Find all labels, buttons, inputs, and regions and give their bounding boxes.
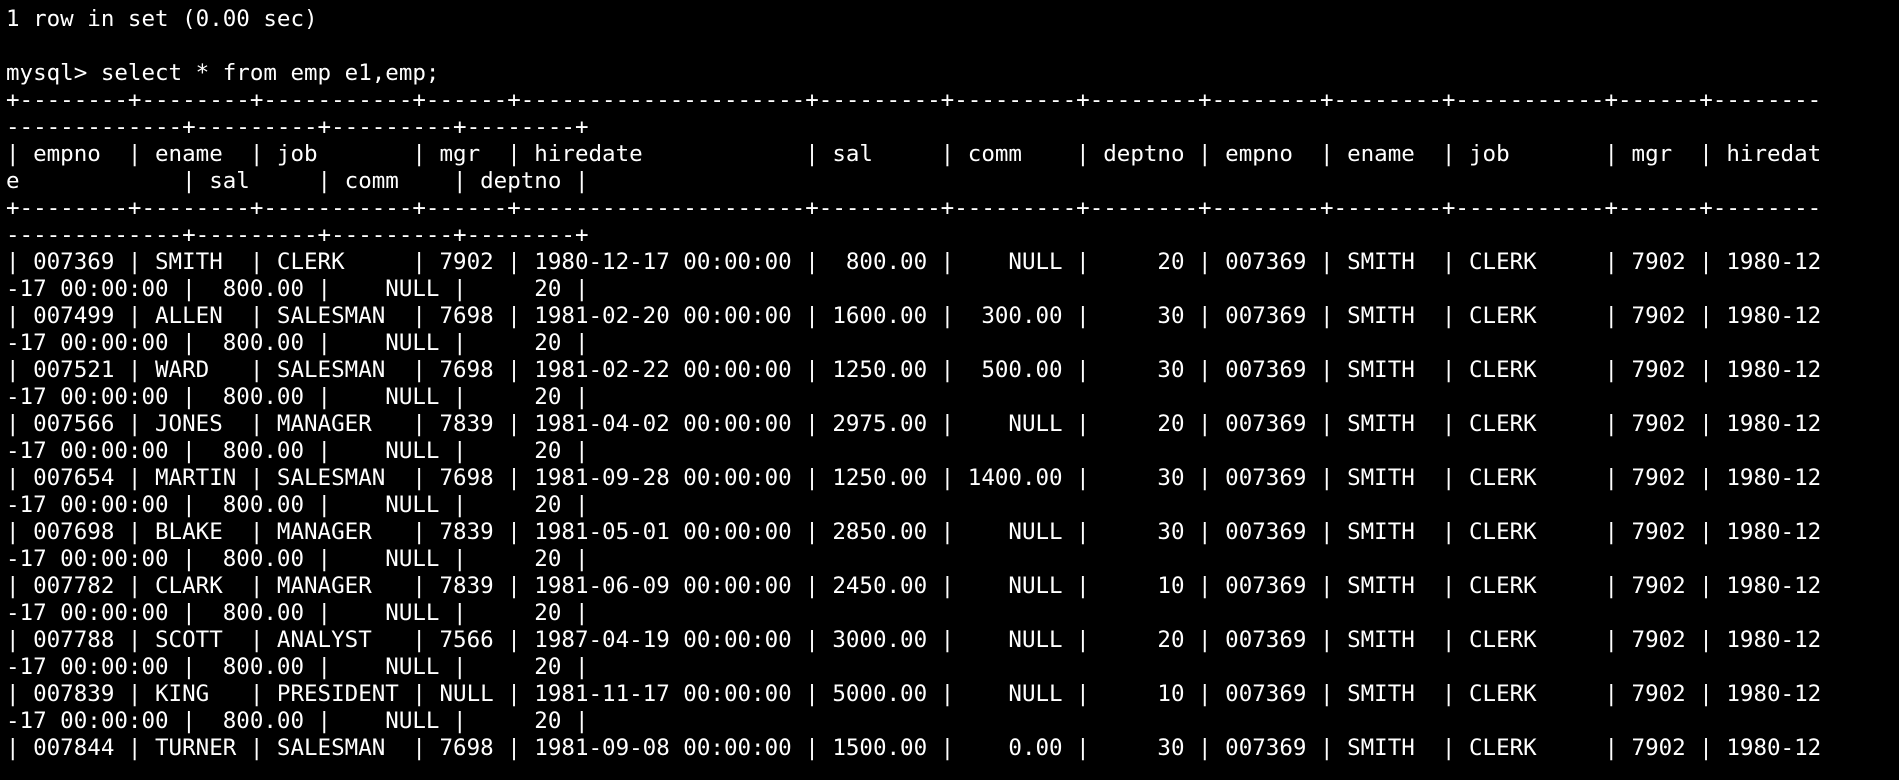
table-row-line: | 007521 | WARD | SALESMAN | 7698 | 1981… (6, 357, 1822, 383)
table-row-line: | 007844 | TURNER | SALESMAN | 7698 | 19… (6, 735, 1822, 761)
table-border-line: -------------+---------+---------+------… (6, 114, 589, 140)
table-row-line: | 007788 | SCOTT | ANALYST | 7566 | 1987… (6, 627, 1822, 653)
status-line: 1 row in set (0.00 sec) (6, 6, 318, 32)
table-row-line: | 007782 | CLARK | MANAGER | 7839 | 1981… (6, 573, 1822, 599)
table-row-line: -17 00:00:00 | 800.00 | NULL | 20 | (6, 384, 589, 410)
table-border-line: +--------+--------+-----------+------+--… (6, 195, 1822, 221)
table-row-line: | 007654 | MARTIN | SALESMAN | 7698 | 19… (6, 465, 1822, 491)
table-row-line: -17 00:00:00 | 800.00 | NULL | 20 | (6, 492, 589, 518)
table-row-line: -17 00:00:00 | 800.00 | NULL | 20 | (6, 708, 589, 734)
table-row-line: -17 00:00:00 | 800.00 | NULL | 20 | (6, 330, 589, 356)
table-row-line: -17 00:00:00 | 800.00 | NULL | 20 | (6, 438, 589, 464)
table-row-line: | 007499 | ALLEN | SALESMAN | 7698 | 198… (6, 303, 1822, 329)
command-line: mysql> select * from emp e1,emp; (6, 60, 440, 86)
table-row-line: | 007369 | SMITH | CLERK | 7902 | 1980-1… (6, 249, 1822, 275)
table-header-line: e | sal | comm | deptno | (6, 168, 589, 194)
table-row-line: -17 00:00:00 | 800.00 | NULL | 20 | (6, 546, 589, 572)
table-header-line: | empno | ename | job | mgr | hiredate |… (6, 141, 1822, 167)
table-row-line: -17 00:00:00 | 800.00 | NULL | 20 | (6, 276, 589, 302)
table-border-line: -------------+---------+---------+------… (6, 222, 589, 248)
table-row-line: | 007566 | JONES | MANAGER | 7839 | 1981… (6, 411, 1822, 437)
table-row-line: | 007698 | BLAKE | MANAGER | 7839 | 1981… (6, 519, 1822, 545)
table-row-line: -17 00:00:00 | 800.00 | NULL | 20 | (6, 600, 589, 626)
table-row-line: | 007839 | KING | PRESIDENT | NULL | 198… (6, 681, 1822, 707)
table-row-line: -17 00:00:00 | 800.00 | NULL | 20 | (6, 654, 589, 680)
table-border-line: +--------+--------+-----------+------+--… (6, 87, 1822, 113)
terminal-window[interactable]: 1 row in set (0.00 sec) mysql> select * … (0, 0, 1899, 780)
